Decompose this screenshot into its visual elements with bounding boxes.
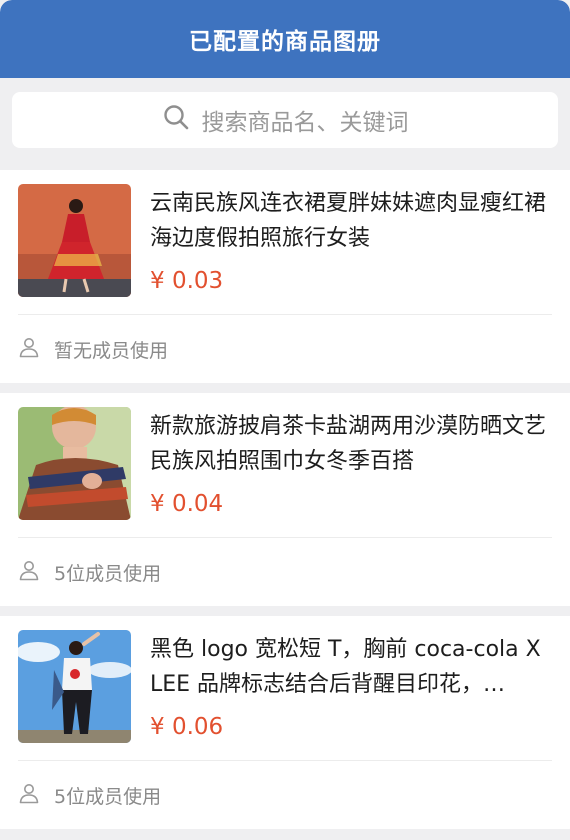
user-icon <box>18 782 40 809</box>
product-info: 黑色 logo 宽松短 T，胸前 coca-cola X LEE 品牌标志结合后… <box>150 630 552 746</box>
product-main[interactable]: 云南民族风连衣裙夏胖妹妹遮肉显瘦红裙海边度假拍照旅行女装 ¥ 0.03 <box>0 170 570 314</box>
product-thumbnail[interactable] <box>18 407 131 520</box>
member-usage: 5位成员使用 <box>0 538 570 606</box>
page-title: 已配置的商品图册 <box>189 29 381 55</box>
member-usage-text: 5位成员使用 <box>54 785 162 808</box>
product-list: 云南民族风连衣裙夏胖妹妹遮肉显瘦红裙海边度假拍照旅行女装 ¥ 0.03 暂无成员… <box>0 170 570 829</box>
user-icon <box>18 559 40 586</box>
product-thumbnail[interactable] <box>18 630 131 743</box>
member-usage-text: 5位成员使用 <box>54 562 162 585</box>
member-usage-text: 暂无成员使用 <box>54 339 169 362</box>
product-info: 云南民族风连衣裙夏胖妹妹遮肉显瘦红裙海边度假拍照旅行女装 ¥ 0.03 <box>150 184 552 300</box>
product-main[interactable]: 黑色 logo 宽松短 T，胸前 coca-cola X LEE 品牌标志结合后… <box>0 616 570 760</box>
product-name: 新款旅游披肩茶卡盐湖两用沙漠防晒文艺民族风拍照围巾女冬季百搭 <box>150 414 547 474</box>
member-usage: 暂无成员使用 <box>0 315 570 383</box>
product-price: ¥ 0.04 <box>150 491 224 517</box>
search-icon <box>162 103 190 137</box>
search-placeholder: 搜索商品名、关键词 <box>201 110 409 136</box>
product-thumbnail[interactable] <box>18 184 131 297</box>
product-card[interactable]: 黑色 logo 宽松短 T，胸前 coca-cola X LEE 品牌标志结合后… <box>0 616 570 829</box>
product-card[interactable]: 云南民族风连衣裙夏胖妹妹遮肉显瘦红裙海边度假拍照旅行女装 ¥ 0.03 暂无成员… <box>0 170 570 383</box>
header-bar: 已配置的商品图册 <box>0 0 570 78</box>
product-card[interactable]: 新款旅游披肩茶卡盐湖两用沙漠防晒文艺民族风拍照围巾女冬季百搭 ¥ 0.04 5位… <box>0 393 570 606</box>
product-price: ¥ 0.03 <box>150 268 224 294</box>
product-info: 新款旅游披肩茶卡盐湖两用沙漠防晒文艺民族风拍照围巾女冬季百搭 ¥ 0.04 <box>150 407 552 523</box>
search-input[interactable]: 搜索商品名、关键词 <box>12 92 558 148</box>
product-name: 云南民族风连衣裙夏胖妹妹遮肉显瘦红裙海边度假拍照旅行女装 <box>150 191 547 251</box>
product-name: 黑色 logo 宽松短 T，胸前 coca-cola X LEE 品牌标志结合后… <box>150 637 541 697</box>
search-area: 搜索商品名、关键词 <box>0 78 570 170</box>
app-frame: 已配置的商品图册 搜索商品名、关键词 云南民族风连衣裙夏胖妹妹遮肉显瘦红裙海边度… <box>0 0 570 840</box>
user-icon <box>18 336 40 363</box>
member-usage: 5位成员使用 <box>0 761 570 829</box>
product-main[interactable]: 新款旅游披肩茶卡盐湖两用沙漠防晒文艺民族风拍照围巾女冬季百搭 ¥ 0.04 <box>0 393 570 537</box>
product-price: ¥ 0.06 <box>150 714 224 740</box>
